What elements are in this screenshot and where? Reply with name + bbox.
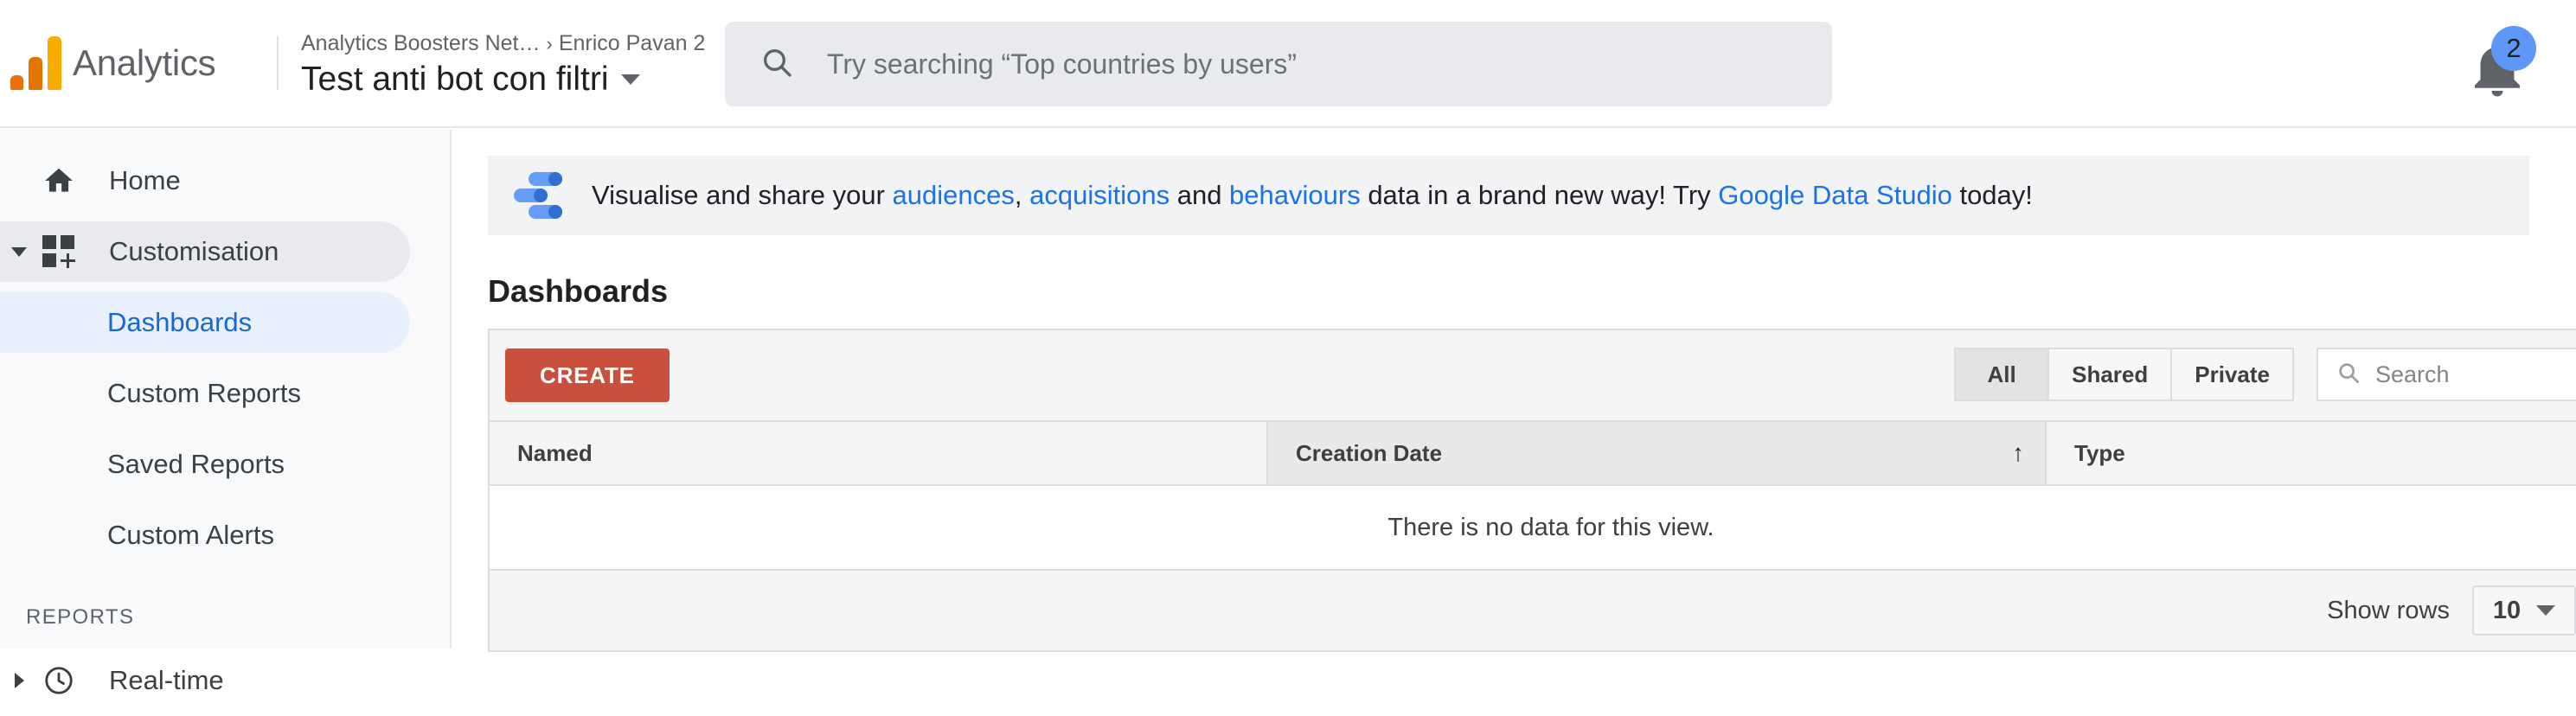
filter-private-button[interactable]: Private [2172,348,2294,401]
sidebar-item-label: Customisation [109,236,279,266]
grid-plus-icon [35,235,83,268]
behaviours-link[interactable]: behaviours [1229,180,1361,210]
column-header-creation-date[interactable]: Creation Date ↑ [1268,422,2047,484]
table-search-box[interactable] [2316,348,2576,401]
view-name: Test anti bot con filtri [301,61,609,98]
account-selector[interactable]: Analytics Boosters Net… › Enrico Pavan 2… [301,0,734,126]
rows-per-page-value: 10 [2492,596,2522,624]
topbar-divider [277,36,279,90]
sidebar: Home Customisation Dashboards Custom Rep… [0,130,452,695]
notifications-button[interactable]: 2 [2464,26,2536,102]
search-icon [759,45,794,84]
show-rows-label: Show rows [2327,596,2450,624]
banner-text-part-5: today! [1951,180,2033,210]
expand-real-time-toggle[interactable] [3,673,35,688]
audiences-link[interactable]: audiences [893,180,1015,210]
chevron-down-icon [2536,605,2556,616]
chevron-down-icon[interactable] [620,74,640,85]
google-data-studio-link[interactable]: Google Data Studio [1718,180,1952,210]
column-header-named[interactable]: Named [490,422,1268,484]
home-icon [35,164,83,197]
sidebar-subitem-label: Dashboards [107,307,253,337]
dashboards-panel: CREATE All Shared Private Search Named C… [488,329,2576,652]
analytics-wordmark: Analytics [73,42,216,83]
sidebar-item-home[interactable]: Home [0,145,450,216]
caret-right-icon [14,673,24,688]
sidebar-item-custom-alerts[interactable]: Custom Alerts [0,500,450,571]
toolbar-right-group: All Shared Private [1954,348,2576,401]
sidebar-item-customisation[interactable]: Customisation [0,216,450,287]
banner-text-part-1: Visualise and share your [592,180,893,210]
top-bar: Analytics Analytics Boosters Net… › Enri… [0,0,2576,128]
table-empty-message: There is no data for this view. [490,486,2576,571]
sidebar-item-real-time[interactable]: Real-time [0,645,450,716]
global-search[interactable] [725,22,1832,106]
banner-text-part-2: , [1014,180,1030,210]
breadcrumb-property[interactable]: Enrico Pavan 2 [559,31,706,56]
column-label: Type [2074,439,2125,466]
main-content: Visualise and share your audiences, acqu… [453,130,2576,652]
breadcrumb-separator-icon: › [546,32,553,54]
sidebar-item-dashboards[interactable]: Dashboards [0,287,450,358]
banner-text-part-3: and [1169,180,1230,210]
visibility-filter-group: All Shared Private [1954,348,2294,401]
search-input[interactable] [827,48,1778,80]
sidebar-item-label: Home [109,165,181,195]
notification-count-badge: 2 [2491,26,2536,71]
sidebar-item-saved-reports[interactable]: Saved Reports [0,429,450,500]
sidebar-subitem-label: Custom Reports [107,378,301,408]
sort-ascending-icon: ↑ [2012,439,2024,466]
caret-down-icon [11,246,27,257]
acquisitions-link[interactable]: acquisitions [1029,180,1169,210]
expand-customisation-toggle[interactable] [3,246,35,257]
sidebar-item-custom-reports[interactable]: Custom Reports [0,358,450,429]
page-title: Dashboards [488,273,669,309]
search-icon [2336,360,2361,390]
sidebar-section-reports: REPORTS [26,605,135,629]
breadcrumb[interactable]: Analytics Boosters Net… › Enrico Pavan 2 [301,31,734,56]
sidebar-subitem-label: Saved Reports [107,449,285,479]
view-selector[interactable]: Test anti bot con filtri [301,61,734,99]
table-footer: Show rows 10 [490,571,2576,650]
table-header-row: Named Creation Date ↑ Type [490,420,2576,486]
create-button[interactable]: CREATE [505,348,670,402]
column-label: Named [517,439,593,466]
breadcrumb-account[interactable]: Analytics Boosters Net… [301,31,541,56]
banner-text-part-4: data in a brand new way! Try [1360,180,1719,210]
sidebar-item-label: Real-time [109,665,224,695]
sidebar-subitem-label: Custom Alerts [107,520,274,550]
analytics-logo-block[interactable]: Analytics [0,0,270,126]
table-search-input[interactable] [2375,361,2576,388]
data-studio-promo-banner: Visualise and share your audiences, acqu… [488,156,2529,235]
filter-all-button[interactable]: All [1954,348,2050,401]
panel-toolbar: CREATE All Shared Private [490,330,2576,420]
clock-icon [35,664,83,697]
analytics-logo-icon [10,36,61,90]
rows-per-page-select[interactable]: 10 [2472,585,2576,636]
filter-shared-button[interactable]: Shared [2049,348,2173,401]
banner-text: Visualise and share your audiences, acqu… [592,180,2033,211]
column-header-type[interactable]: Type [2047,422,2576,484]
column-label: Creation Date [1296,439,1443,466]
data-studio-icon [514,172,562,219]
